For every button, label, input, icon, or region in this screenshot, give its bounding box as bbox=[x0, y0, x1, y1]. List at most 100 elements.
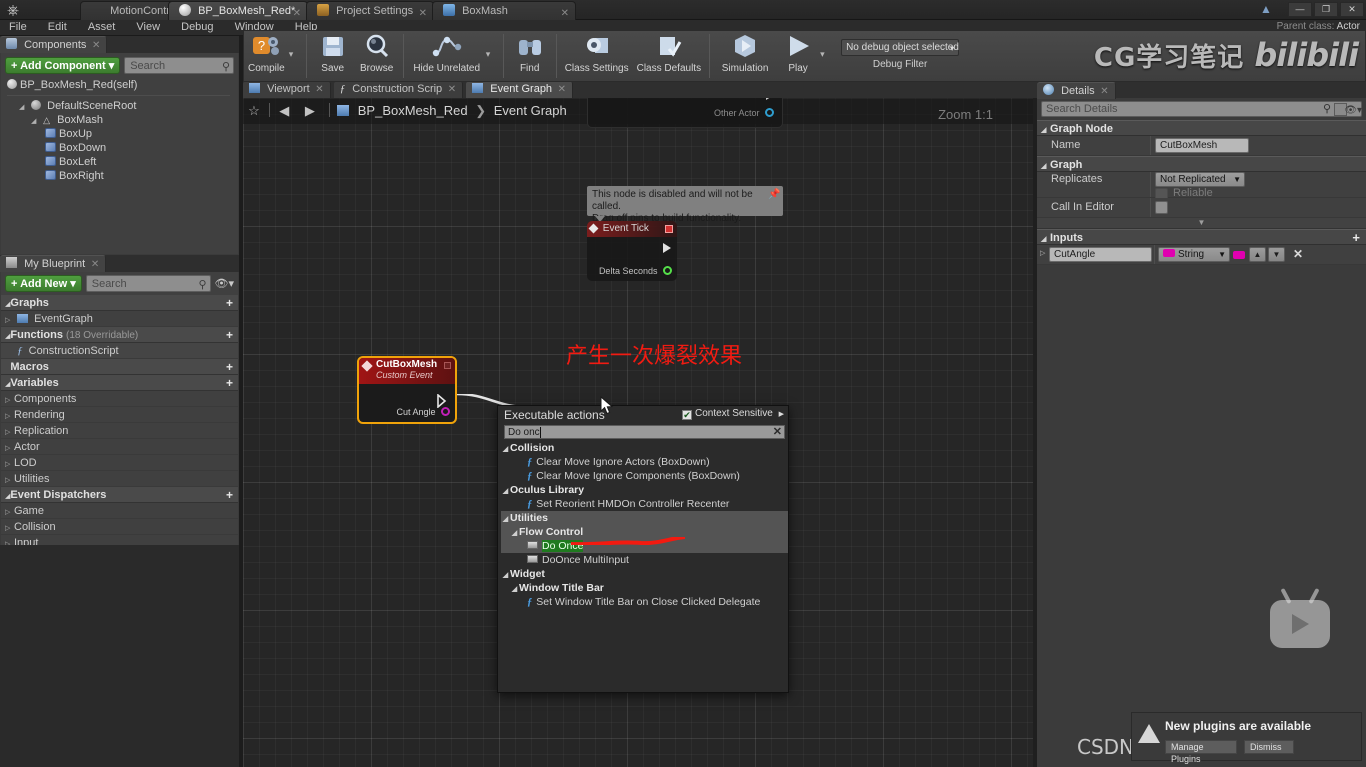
minimize-button[interactable]: — bbox=[1288, 2, 1312, 17]
close-icon[interactable]: ✕ bbox=[448, 82, 456, 97]
input-name-field[interactable]: CutAngle bbox=[1049, 247, 1152, 262]
node-name-input[interactable]: CutBoxMesh bbox=[1155, 138, 1249, 153]
section-variables[interactable]: ◢Variables + bbox=[1, 375, 238, 391]
component-row-boxleft[interactable]: BoxLeft bbox=[7, 155, 238, 169]
component-row-boxright[interactable]: BoxRight bbox=[7, 169, 238, 183]
window-tab-bp-boxmesh-red[interactable]: BP_BoxMesh_Red* ✕ bbox=[168, 1, 308, 20]
menu-debug[interactable]: Debug bbox=[172, 20, 222, 35]
close-button[interactable]: ✕ bbox=[1340, 2, 1364, 17]
breadcrumb-blueprint[interactable]: BP_BoxMesh_Red bbox=[358, 103, 468, 118]
action-item-set-window-title-bar-delegate[interactable]: ƒ Set Window Title Bar on Close Clicked D… bbox=[501, 595, 788, 609]
action-item-clear-move-ignore-actors[interactable]: ƒ Clear Move Ignore Actors (BoxDown) bbox=[501, 455, 788, 469]
visibility-eye-icon[interactable]: 👁▾ bbox=[1344, 103, 1362, 118]
manage-plugins-button[interactable]: Manage Plugins bbox=[1165, 740, 1237, 764]
expander-icon[interactable]: ◢ bbox=[501, 569, 510, 583]
tab-details[interactable]: Details ✕ bbox=[1037, 82, 1116, 99]
add-dispatcher-button[interactable]: + bbox=[226, 488, 233, 502]
action-category-collision[interactable]: ◢ Collision bbox=[501, 441, 788, 455]
component-row-boxup[interactable]: BoxUp bbox=[7, 127, 238, 141]
input-type-select[interactable]: String ▼ bbox=[1158, 247, 1230, 262]
exec-out-pin-icon[interactable] bbox=[663, 243, 671, 253]
pin-color-swatch-icon[interactable] bbox=[1233, 251, 1245, 259]
list-item-constructionscript[interactable]: ƒ ConstructionScript bbox=[1, 343, 238, 359]
details-section-graph-node[interactable]: ◢ Graph Node bbox=[1037, 120, 1366, 136]
component-row-boxmash[interactable]: ◢ △ BoxMash bbox=[7, 113, 238, 127]
tab-construction-script[interactable]: ƒ Construction Scrip ✕ bbox=[333, 82, 464, 98]
move-input-down-button[interactable]: ▼ bbox=[1268, 247, 1285, 262]
close-icon[interactable]: ✕ bbox=[91, 257, 99, 273]
back-arrow-icon[interactable]: ◀ bbox=[273, 98, 295, 124]
component-root-row[interactable]: BP_BoxMesh_Red(self) bbox=[7, 78, 238, 92]
list-item-collision[interactable]: ▷ Collision bbox=[1, 519, 238, 535]
components-search-input[interactable]: Search ⚲ bbox=[124, 57, 234, 74]
visibility-eye-icon[interactable]: 👁▾ bbox=[215, 277, 235, 290]
section-event-dispatchers[interactable]: ◢Event Dispatchers + bbox=[1, 487, 238, 503]
object-pin-icon[interactable] bbox=[765, 108, 774, 117]
details-section-graph[interactable]: ◢ Graph bbox=[1037, 156, 1366, 172]
string-pin-icon[interactable] bbox=[441, 407, 450, 416]
window-tab-boxmash[interactable]: BoxMash ✕ bbox=[432, 1, 576, 20]
list-item-lod[interactable]: ▷ LOD bbox=[1, 455, 238, 471]
compile-button[interactable]: ? Compile bbox=[244, 31, 289, 81]
tab-components[interactable]: Components ✕ bbox=[0, 36, 108, 54]
save-button[interactable]: Save bbox=[311, 31, 355, 81]
close-icon[interactable]: ✕ bbox=[92, 38, 100, 54]
expander-icon[interactable]: ◢ bbox=[19, 101, 28, 115]
call-in-editor-checkbox[interactable] bbox=[1155, 201, 1168, 214]
exec-out-pin-icon[interactable] bbox=[436, 394, 448, 408]
play-button[interactable]: Play bbox=[776, 31, 820, 81]
menu-edit[interactable]: Edit bbox=[39, 20, 76, 35]
graph-node-event-tick[interactable]: Event Tick Delta Seconds bbox=[587, 221, 677, 281]
expander-icon[interactable]: ◢ bbox=[501, 443, 510, 457]
details-search-input[interactable]: Search Details ⚲ 👁▾ bbox=[1041, 101, 1362, 117]
graph-node-partial[interactable]: Other Actor bbox=[587, 98, 783, 128]
tab-viewport[interactable]: Viewport ✕ bbox=[243, 82, 331, 98]
expander-icon[interactable]: ◢ bbox=[501, 513, 510, 527]
pin-tooltip-icon[interactable]: 📌 bbox=[768, 189, 780, 201]
action-category-oculus-library[interactable]: ◢ Oculus Library bbox=[501, 483, 788, 497]
maximize-button[interactable]: ❐ bbox=[1314, 2, 1338, 17]
checkbox-icon[interactable]: ✔ bbox=[682, 410, 692, 420]
action-item-doonce-multiinput[interactable]: DoOnce MultiInput bbox=[501, 553, 788, 567]
add-component-button[interactable]: + Add Component ▾ bbox=[5, 57, 121, 74]
dismiss-button[interactable]: Dismiss bbox=[1244, 740, 1294, 754]
graph-node-cutboxmesh[interactable]: CutBoxMesh Custom Event Cut Angle bbox=[357, 356, 457, 424]
myblueprint-search-input[interactable]: Search ⚲ bbox=[85, 275, 211, 292]
menu-file[interactable]: File bbox=[0, 20, 36, 35]
find-button[interactable]: Find bbox=[508, 31, 552, 81]
list-item-components[interactable]: ▷ Components bbox=[1, 391, 238, 407]
component-row-defaultsceneroot[interactable]: ◢ DefaultSceneRoot bbox=[7, 99, 238, 113]
debug-object-select[interactable]: No debug object selected ▾ bbox=[841, 39, 960, 56]
add-graph-button[interactable]: + bbox=[226, 296, 233, 310]
expander-icon[interactable]: ▷ bbox=[1040, 249, 1045, 257]
list-item-replication[interactable]: ▷ Replication bbox=[1, 423, 238, 439]
add-new-button[interactable]: + Add New ▾ bbox=[5, 275, 82, 292]
expander-icon[interactable]: ◢ bbox=[501, 485, 510, 499]
section-functions[interactable]: ◢Functions (18 Overridable) + bbox=[1, 327, 238, 343]
close-icon[interactable]: ✕ bbox=[558, 82, 566, 97]
close-icon[interactable]: ✕ bbox=[315, 82, 323, 97]
context-sensitive-toggle[interactable]: ✔ Context Sensitive ▶ bbox=[682, 408, 784, 420]
action-category-widget[interactable]: ◢ Widget bbox=[501, 567, 788, 581]
graduation-cap-icon[interactable]: ▲ bbox=[1260, 2, 1276, 17]
forward-arrow-icon[interactable]: ▶ bbox=[299, 98, 321, 124]
chevron-right-icon[interactable]: ▶ bbox=[779, 411, 784, 418]
list-item-game[interactable]: ▷ Game bbox=[1, 503, 238, 519]
expander-icon[interactable]: ◢ bbox=[31, 115, 40, 129]
list-item-rendering[interactable]: ▷ Rendering bbox=[1, 407, 238, 423]
class-settings-button[interactable]: Class Settings bbox=[561, 31, 633, 81]
float-pin-icon[interactable] bbox=[663, 266, 672, 275]
details-section-inputs[interactable]: ◢ Inputs + bbox=[1037, 229, 1366, 245]
tab-event-graph[interactable]: Event Graph ✕ bbox=[466, 82, 574, 98]
details-expand-more[interactable]: ▼ bbox=[1037, 218, 1366, 229]
clear-search-icon[interactable]: ✕ bbox=[773, 426, 782, 439]
component-row-boxdown[interactable]: BoxDown bbox=[7, 141, 238, 155]
exec-pin-icon[interactable] bbox=[766, 98, 774, 100]
action-category-window-title-bar[interactable]: ◢ Window Title Bar bbox=[501, 581, 788, 595]
section-graphs[interactable]: ◢Graphs + bbox=[1, 295, 238, 311]
window-tab-project-settings[interactable]: Project Settings ✕ bbox=[306, 1, 434, 20]
play-options-chevron-icon[interactable]: ▾ bbox=[820, 31, 833, 81]
remove-input-button[interactable]: ✕ bbox=[1293, 247, 1303, 261]
list-item-utilities[interactable]: ▷ Utilities bbox=[1, 471, 238, 487]
browse-button[interactable]: Browse bbox=[355, 31, 399, 81]
